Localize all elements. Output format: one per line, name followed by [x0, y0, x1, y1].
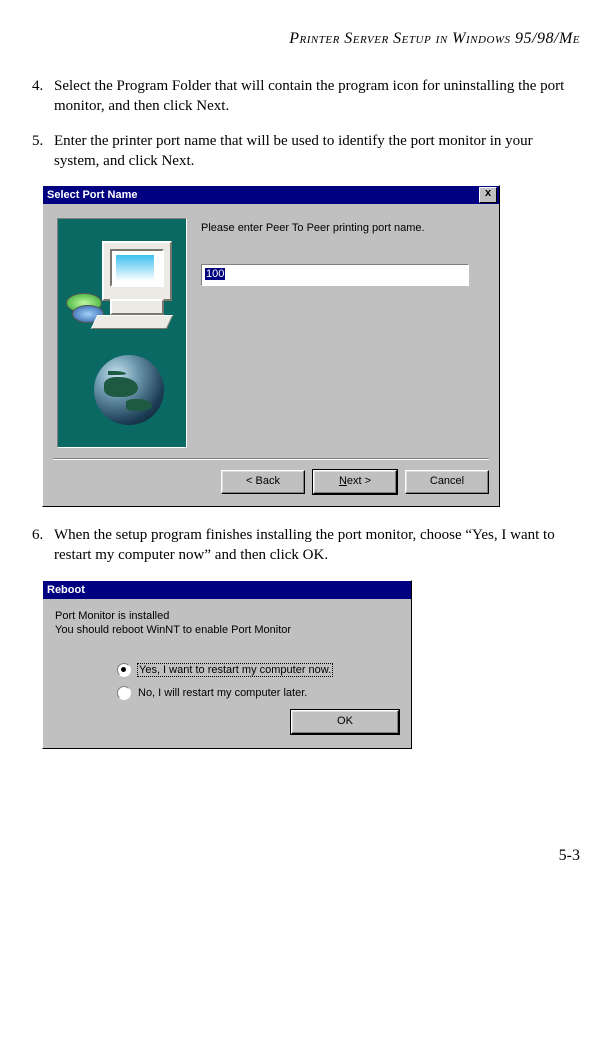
- step-6: 6. When the setup program finishes insta…: [32, 525, 580, 566]
- radio-restart-later[interactable]: [117, 686, 131, 700]
- dialog2-line2: You should reboot WinNT to enable Port M…: [55, 623, 399, 637]
- restart-radio-group: Yes, I want to restart my computer now. …: [117, 663, 399, 700]
- dialog2-title: Reboot: [47, 584, 85, 596]
- radio-restart-later-row[interactable]: No, I will restart my computer later.: [117, 686, 399, 700]
- dialog1-side-graphic: InstallShield: [57, 218, 187, 448]
- instruction-list-cont: 6. When the setup program finishes insta…: [20, 525, 580, 566]
- globe-icon: [94, 355, 164, 425]
- monitor-icon: [102, 241, 172, 301]
- step-4-text: Select the Program Folder that will cont…: [54, 76, 580, 117]
- radio-restart-later-label: No, I will restart my computer later.: [138, 687, 307, 699]
- step-6-text: When the setup program finishes installi…: [54, 525, 580, 566]
- select-port-name-dialog: Select Port Name x InstallShield Please …: [42, 185, 500, 507]
- step-4-num: 4.: [32, 76, 54, 117]
- dialog2-titlebar: Reboot: [43, 581, 411, 599]
- reboot-dialog: Reboot Port Monitor is installed You sho…: [42, 580, 412, 750]
- dialog2-message: Port Monitor is installed You should reb…: [55, 609, 399, 638]
- radio-restart-now-label: Yes, I want to restart my computer now.: [138, 664, 332, 676]
- port-name-value: 100: [205, 268, 225, 280]
- step-5: 5. Enter the printer port name that will…: [32, 131, 580, 172]
- ok-button[interactable]: OK: [291, 710, 399, 734]
- keyboard-icon: [91, 315, 174, 329]
- dialog1-prompt: Please enter Peer To Peer printing port …: [201, 222, 485, 234]
- step-5-num: 5.: [32, 131, 54, 172]
- page-header: Printer Server Setup in Windows 95/98/Me: [20, 30, 580, 48]
- page-number: 5-3: [20, 847, 580, 865]
- cancel-button[interactable]: Cancel: [405, 470, 489, 494]
- next-button[interactable]: Next >: [313, 470, 397, 494]
- instruction-list: 4. Select the Program Folder that will c…: [20, 76, 580, 171]
- back-button[interactable]: < Back: [221, 470, 305, 494]
- radio-restart-now[interactable]: [117, 663, 131, 677]
- close-icon[interactable]: x: [479, 187, 497, 203]
- dialog1-title: Select Port Name: [47, 189, 137, 201]
- dialog2-line1: Port Monitor is installed: [55, 609, 399, 623]
- dialog1-titlebar: Select Port Name x: [43, 186, 499, 204]
- step-6-num: 6.: [32, 525, 54, 566]
- port-name-input[interactable]: 100: [201, 264, 469, 286]
- radio-restart-now-row[interactable]: Yes, I want to restart my computer now.: [117, 663, 399, 677]
- step-4: 4. Select the Program Folder that will c…: [32, 76, 580, 117]
- step-5-text: Enter the printer port name that will be…: [54, 131, 580, 172]
